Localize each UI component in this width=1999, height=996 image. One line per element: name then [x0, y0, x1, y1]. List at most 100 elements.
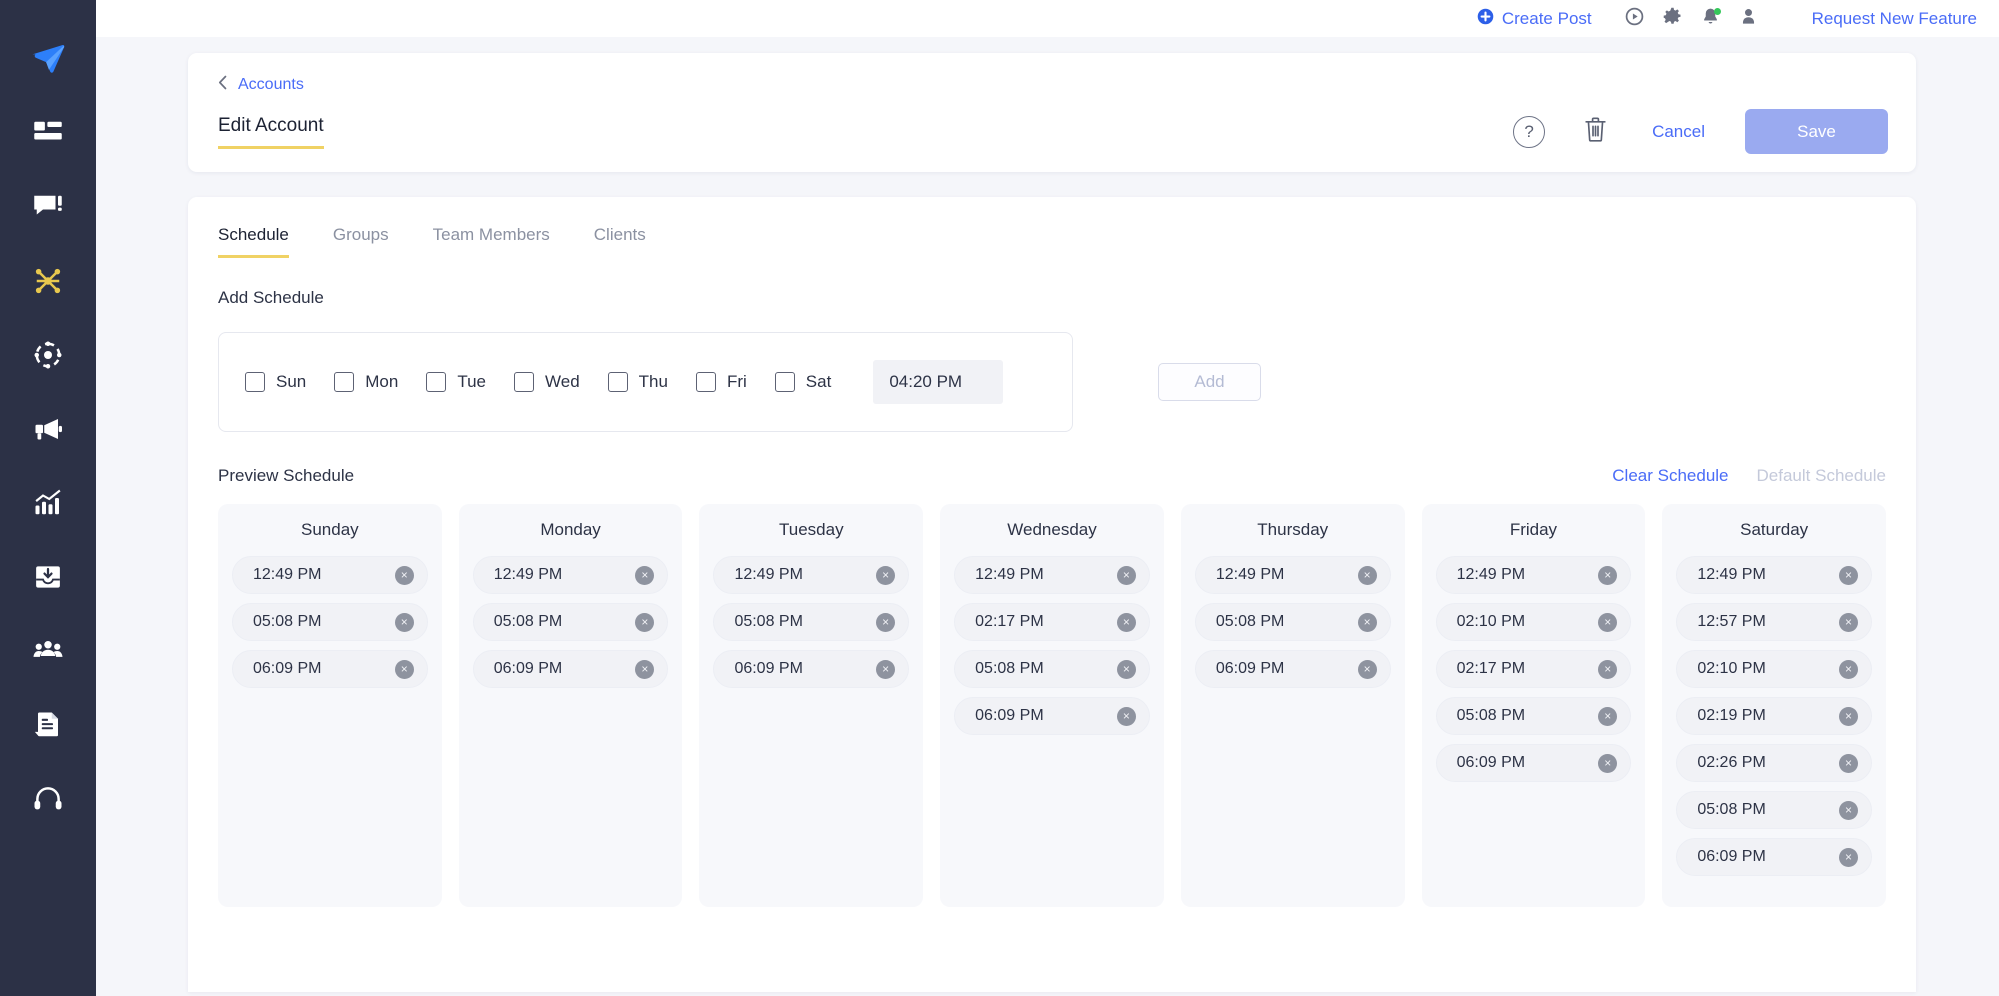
sidebar-item-analytics[interactable]: [0, 466, 96, 540]
remove-time-icon[interactable]: ×: [635, 565, 655, 585]
sidebar-item-team[interactable]: [0, 614, 96, 688]
time-pill[interactable]: 06:09 PM ×: [1194, 650, 1391, 688]
time-pill[interactable]: 05:08 PM ×: [472, 603, 669, 641]
time-pill[interactable]: 05:08 PM ×: [1676, 791, 1873, 829]
breadcrumb-accounts-link[interactable]: Accounts: [218, 75, 304, 95]
sidebar-item-dashboard[interactable]: [0, 96, 96, 170]
remove-time-icon[interactable]: ×: [394, 565, 414, 585]
time-pill[interactable]: 05:08 PM ×: [1435, 697, 1632, 735]
time-pill[interactable]: 06:09 PM ×: [1676, 838, 1873, 876]
help-button[interactable]: ?: [1513, 115, 1546, 148]
remove-time-icon[interactable]: ×: [1839, 659, 1859, 679]
time-pill[interactable]: 02:26 PM ×: [1676, 744, 1873, 782]
time-pill[interactable]: 06:09 PM ×: [954, 697, 1150, 735]
time-pill[interactable]: 12:49 PM ×: [232, 556, 428, 594]
sidebar-item-campaigns[interactable]: [0, 392, 96, 466]
remove-time-icon[interactable]: ×: [1598, 706, 1618, 726]
remove-time-icon[interactable]: ×: [1357, 612, 1377, 632]
day-checkbox-thu[interactable]: Thu: [607, 372, 668, 392]
remove-time-icon[interactable]: ×: [1116, 706, 1136, 726]
day-checkbox-mon[interactable]: Mon: [334, 372, 398, 392]
delete-account-button[interactable]: [1583, 116, 1608, 148]
sidebar-item-logo[interactable]: [0, 22, 96, 96]
sidebar-item-support[interactable]: [0, 762, 96, 836]
request-new-feature-link[interactable]: Request New Feature: [1812, 9, 1977, 29]
time-pill[interactable]: 12:49 PM ×: [1676, 556, 1873, 594]
tab-schedule[interactable]: Schedule: [218, 225, 289, 258]
time-pill[interactable]: 02:19 PM ×: [1676, 697, 1873, 735]
play-circle-button[interactable]: [1616, 0, 1654, 37]
add-schedule-button[interactable]: Add: [1158, 363, 1261, 401]
remove-time-icon[interactable]: ×: [876, 565, 896, 585]
time-pill[interactable]: 02:17 PM ×: [1435, 650, 1632, 688]
checkbox-box-sat[interactable]: [774, 372, 795, 392]
time-pill[interactable]: 05:08 PM ×: [1194, 603, 1391, 641]
remove-time-icon[interactable]: ×: [1839, 753, 1859, 773]
time-pill[interactable]: 12:49 PM ×: [1435, 556, 1632, 594]
remove-time-icon[interactable]: ×: [394, 612, 414, 632]
schedule-time-input[interactable]: [873, 360, 1004, 404]
tab-clients[interactable]: Clients: [594, 225, 646, 258]
checkbox-box-thu[interactable]: [607, 372, 628, 392]
remove-time-icon[interactable]: ×: [1598, 612, 1618, 632]
time-pill[interactable]: 05:08 PM ×: [232, 603, 428, 641]
checkbox-box-fri[interactable]: [695, 372, 716, 392]
remove-time-icon[interactable]: ×: [1357, 565, 1377, 585]
checkbox-box-sun[interactable]: [245, 372, 265, 392]
tab-team-members[interactable]: Team Members: [433, 225, 550, 258]
time-pill[interactable]: 05:08 PM ×: [954, 650, 1150, 688]
remove-time-icon[interactable]: ×: [1598, 753, 1618, 773]
time-pill[interactable]: 02:10 PM ×: [1676, 650, 1873, 688]
remove-time-icon[interactable]: ×: [1839, 706, 1859, 726]
day-checkbox-sun[interactable]: Sun: [245, 372, 306, 392]
settings-button[interactable]: [1654, 0, 1692, 37]
day-checkbox-wed[interactable]: Wed: [514, 372, 580, 392]
checkbox-box-wed[interactable]: [514, 372, 534, 392]
sidebar-item-messages[interactable]: [0, 170, 96, 244]
sidebar-item-discovery[interactable]: [0, 318, 96, 392]
remove-time-icon[interactable]: ×: [1839, 800, 1859, 820]
sidebar-item-connections[interactable]: [0, 244, 96, 318]
remove-time-icon[interactable]: ×: [1839, 565, 1859, 585]
clear-schedule-link[interactable]: Clear Schedule: [1612, 466, 1728, 486]
time-pill[interactable]: 12:57 PM ×: [1676, 603, 1873, 641]
remove-time-icon[interactable]: ×: [876, 612, 896, 632]
time-pill[interactable]: 06:09 PM ×: [1435, 744, 1632, 782]
remove-time-icon[interactable]: ×: [1116, 565, 1136, 585]
remove-time-icon[interactable]: ×: [1839, 612, 1859, 632]
time-pill[interactable]: 06:09 PM ×: [713, 650, 910, 688]
time-pill[interactable]: 12:49 PM ×: [472, 556, 669, 594]
time-pill[interactable]: 05:08 PM ×: [713, 603, 910, 641]
day-checkbox-tue[interactable]: Tue: [426, 372, 486, 392]
time-pill[interactable]: 06:09 PM ×: [472, 650, 669, 688]
day-checkbox-fri[interactable]: Fri: [695, 372, 747, 392]
checkbox-box-mon[interactable]: [334, 372, 355, 392]
time-pill[interactable]: 02:17 PM ×: [954, 603, 1150, 641]
time-pill[interactable]: 12:49 PM ×: [954, 556, 1150, 594]
tab-groups[interactable]: Groups: [333, 225, 389, 258]
save-button[interactable]: Save: [1745, 109, 1888, 154]
remove-time-icon[interactable]: ×: [1116, 659, 1136, 679]
cancel-button[interactable]: Cancel: [1652, 122, 1705, 142]
remove-time-icon[interactable]: ×: [635, 612, 655, 632]
remove-time-icon[interactable]: ×: [1598, 565, 1618, 585]
time-pill[interactable]: 12:49 PM ×: [713, 556, 910, 594]
remove-time-icon[interactable]: ×: [394, 659, 414, 679]
remove-time-icon[interactable]: ×: [876, 659, 896, 679]
sidebar-item-reports[interactable]: [0, 688, 96, 762]
remove-time-icon[interactable]: ×: [1839, 847, 1859, 867]
time-pill[interactable]: 06:09 PM ×: [232, 650, 428, 688]
time-pill[interactable]: 12:49 PM ×: [1194, 556, 1391, 594]
notifications-button[interactable]: [1692, 0, 1730, 37]
profile-button[interactable]: [1730, 0, 1768, 37]
checkbox-box-tue[interactable]: [426, 372, 447, 392]
create-post-button[interactable]: Create Post: [1477, 8, 1592, 30]
remove-time-icon[interactable]: ×: [1357, 659, 1377, 679]
remove-time-icon[interactable]: ×: [1598, 659, 1618, 679]
remove-time-icon[interactable]: ×: [1116, 612, 1136, 632]
remove-time-icon[interactable]: ×: [635, 659, 655, 679]
default-schedule-link[interactable]: Default Schedule: [1757, 466, 1886, 486]
sidebar-item-inbox[interactable]: [0, 540, 96, 614]
day-checkbox-sat[interactable]: Sat: [774, 372, 831, 392]
time-pill[interactable]: 02:10 PM ×: [1435, 603, 1632, 641]
